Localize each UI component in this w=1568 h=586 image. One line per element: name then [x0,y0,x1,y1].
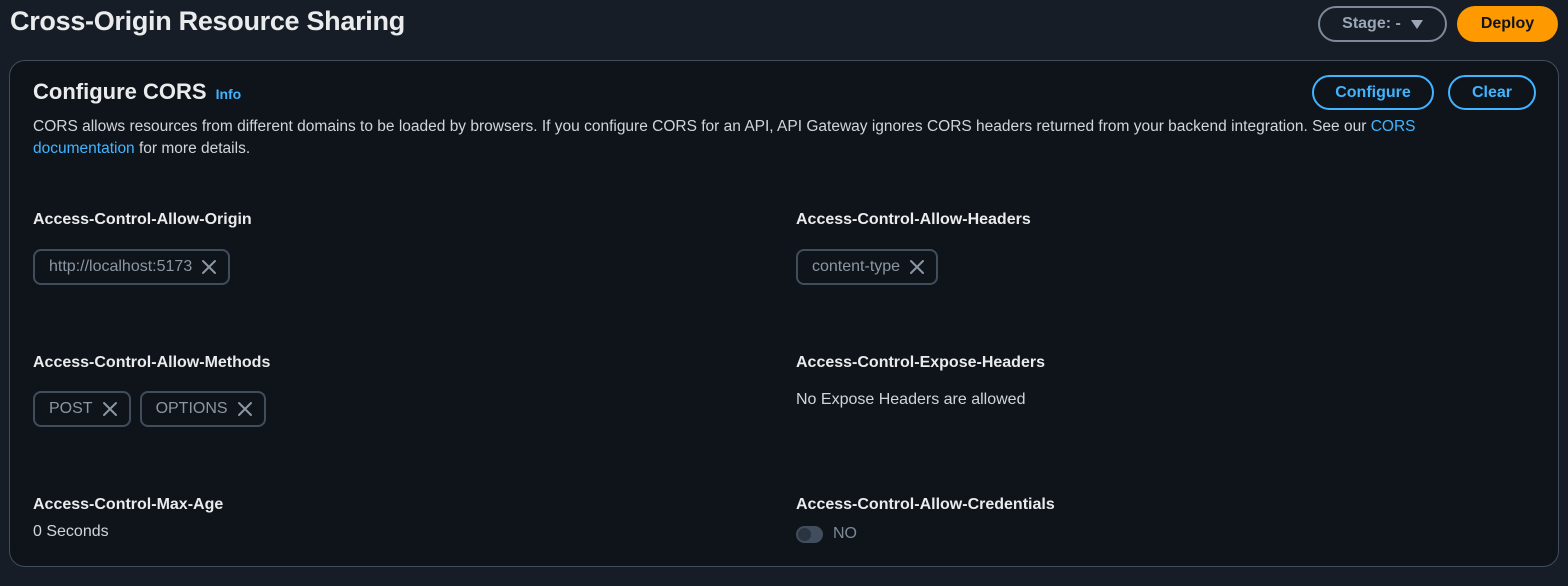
expose-headers-value: No Expose Headers are allowed [796,391,1026,408]
close-icon[interactable] [200,258,218,276]
toggle-knob [798,527,811,541]
stage-select[interactable]: Stage: - [1318,6,1447,42]
allow-credentials-value: NO [833,525,857,542]
token: POST [33,391,131,427]
allow-headers-field: Access-Control-Allow-Headers content-typ… [796,211,1031,285]
allow-credentials-toggle[interactable] [796,525,823,543]
description-text: CORS allows resources from different dom… [33,118,1367,135]
panel-title-text: Configure CORS [33,79,207,104]
close-icon[interactable] [236,400,254,418]
panel-title: Configure CORS Info [33,79,241,105]
allow-credentials-label: Access-Control-Allow-Credentials [796,496,1055,513]
info-link[interactable]: Info [216,86,242,102]
cors-page: Cross-Origin Resource Sharing Stage: - D… [0,0,1568,586]
token-label: content-type [812,258,901,275]
allow-methods-label: Access-Control-Allow-Methods [33,354,271,371]
close-icon[interactable] [101,400,119,418]
allow-headers-tokens: content-type [796,249,1031,285]
max-age-label: Access-Control-Max-Age [33,496,224,513]
panel-description: CORS allows resources from different dom… [33,116,1473,160]
allow-origin-label: Access-Control-Allow-Origin [33,211,252,228]
token-label: OPTIONS [155,400,228,417]
allow-credentials-toggle-row: NO [796,525,1055,543]
deploy-button[interactable]: Deploy [1457,6,1558,42]
allow-methods-tokens: POST OPTIONS [33,391,270,427]
allow-headers-label: Access-Control-Allow-Headers [796,211,1031,228]
expose-headers-label: Access-Control-Expose-Headers [796,354,1045,371]
panel-actions: Configure Clear [1312,75,1536,110]
max-age-field: Access-Control-Max-Age 0 Seconds [33,496,223,541]
allow-credentials-field: Access-Control-Allow-Credentials NO [796,496,1055,543]
header-actions: Stage: - Deploy [1318,6,1558,42]
clear-button[interactable]: Clear [1448,75,1536,110]
token-label: http://localhost:5173 [49,258,193,275]
stage-select-label: Stage: - [1342,15,1401,32]
token-label: POST [49,400,93,417]
expose-headers-field: Access-Control-Expose-Headers No Expose … [796,354,1045,409]
close-icon[interactable] [908,258,926,276]
description-suffix: for more details. [139,140,251,157]
configure-cors-panel: Configure CORS Info Configure Clear CORS… [9,60,1559,567]
allow-methods-field: Access-Control-Allow-Methods POST OPTION… [33,354,270,427]
allow-origin-field: Access-Control-Allow-Origin http://local… [33,211,252,285]
token: content-type [796,249,939,285]
token: http://localhost:5173 [33,249,231,285]
configure-button[interactable]: Configure [1312,75,1434,110]
page-title: Cross-Origin Resource Sharing [10,6,405,36]
allow-origin-tokens: http://localhost:5173 [33,249,252,285]
caret-down-icon [1410,19,1423,29]
max-age-value: 0 Seconds [33,523,109,540]
token: OPTIONS [139,391,266,427]
